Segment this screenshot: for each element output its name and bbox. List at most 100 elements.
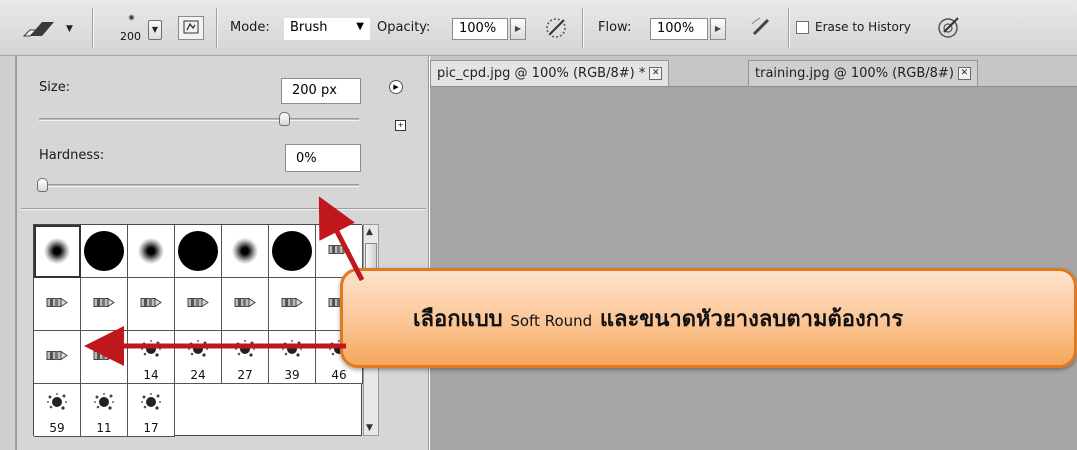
document-tabs: pic_cpd.jpg @ 100% (RGB/8#) * ✕ training.…: [430, 56, 1077, 87]
hardness-label: Hardness:: [39, 148, 105, 163]
brush-preview-icon[interactable]: 200: [118, 10, 146, 50]
brush-preset-cell[interactable]: [81, 225, 128, 278]
flow-input[interactable]: 100%: [650, 18, 708, 40]
hardness-slider-thumb[interactable]: [37, 178, 48, 192]
hard-round-brush-icon: [178, 231, 218, 271]
options-bar: ▼ 200 ▼ Mode: Brush ▼ Opacity: 100% ▶ Fl…: [0, 0, 1077, 56]
size-input[interactable]: 200 px: [281, 78, 361, 104]
brush-presets-grid: 14 24 27 39 46 59 11 17: [33, 224, 363, 437]
scroll-down-icon[interactable]: ▼: [366, 423, 373, 433]
callout-text: เลือกแบบ Soft Round และขนาดหัวยางลบตามต้…: [413, 301, 903, 336]
brush-size-text: 200: [120, 30, 141, 43]
close-icon[interactable]: ✕: [649, 67, 663, 80]
mode-label: Mode:: [230, 20, 270, 35]
soft-round-brush-icon: [44, 238, 70, 264]
brush-tip-icon: [92, 295, 116, 314]
brush-preset-cell[interactable]: 14: [128, 331, 175, 384]
panel-menu-arrow-icon[interactable]: ▶: [389, 80, 403, 94]
chevron-down-icon: ▼: [356, 21, 364, 32]
brush-preset-size-label: 27: [237, 368, 253, 382]
brush-preset-cell[interactable]: [269, 278, 316, 331]
brush-preset-size-label: 14: [143, 368, 159, 382]
brush-preset-cell[interactable]: [269, 225, 316, 278]
brush-preset-cell[interactable]: [175, 278, 222, 331]
scatter-brush-icon: [187, 339, 209, 363]
tablet-pressure-opacity-icon[interactable]: [542, 14, 570, 46]
brush-preset-cell[interactable]: 11: [81, 384, 128, 437]
scatter-brush-icon: [46, 392, 68, 416]
brush-tip-icon: [139, 295, 163, 314]
brush-preset-cell[interactable]: [222, 225, 269, 278]
brush-preset-cell[interactable]: [128, 225, 175, 278]
toolbox-edge: [0, 56, 16, 450]
opacity-slider-toggle[interactable]: ▶: [510, 18, 526, 40]
brush-preset-cell[interactable]: [175, 225, 222, 278]
tab-label: pic_cpd.jpg @ 100% (RGB/8#) *: [437, 66, 646, 81]
brush-preset-cell[interactable]: [34, 225, 81, 278]
brush-tip-icon: [92, 348, 116, 367]
opacity-input[interactable]: 100%: [452, 18, 508, 40]
brush-tip-icon: [233, 295, 257, 314]
erase-to-history-label: Erase to History: [815, 20, 911, 34]
brush-preset-cell[interactable]: [34, 331, 81, 384]
new-preset-icon[interactable]: +: [395, 120, 406, 131]
callout-text-thai-1: เลือกแบบ: [413, 307, 503, 332]
hard-round-brush-icon: [272, 231, 312, 271]
brush-preset-picker-panel: Size: 200 px ▶ + Hardness: 0% 14 24 27 39 46…: [16, 56, 429, 450]
brush-picker-dropdown-button[interactable]: ▼: [148, 20, 162, 40]
mode-select[interactable]: Brush ▼: [284, 18, 370, 40]
hardness-input[interactable]: 0%: [285, 144, 361, 172]
brush-preset-cell[interactable]: 27: [222, 331, 269, 384]
brush-preset-size-label: 17: [143, 421, 159, 435]
soft-round-brush-icon: [232, 238, 258, 264]
mode-value: Brush: [290, 20, 328, 35]
brush-preset-cell[interactable]: 59: [34, 384, 81, 437]
brush-tip-icon: [327, 242, 351, 261]
flow-label: Flow:: [598, 20, 632, 35]
panel-divider: [21, 208, 426, 209]
scatter-brush-icon: [281, 339, 303, 363]
airbrush-icon[interactable]: [748, 14, 776, 46]
flow-slider-toggle[interactable]: ▶: [710, 18, 726, 40]
size-slider-thumb[interactable]: [279, 112, 291, 126]
hard-round-brush-icon: [84, 231, 124, 271]
brush-preset-cell[interactable]: [81, 278, 128, 331]
callout-text-thai-2: และขนาดหัวยางลบตามต้องการ: [599, 307, 904, 332]
eraser-tool-icon[interactable]: [22, 18, 58, 44]
tablet-pressure-size-icon[interactable]: [934, 14, 962, 46]
tab-label: training.jpg @ 100% (RGB/8#): [755, 66, 954, 81]
tool-preset-dropdown-icon[interactable]: ▼: [66, 24, 73, 34]
brush-preset-size-label: 59: [49, 421, 65, 435]
brush-preset-cell[interactable]: [222, 278, 269, 331]
callout-text-english: Soft Round: [510, 312, 593, 330]
scroll-up-icon[interactable]: ▲: [366, 227, 373, 237]
tab-training[interactable]: training.jpg @ 100% (RGB/8#) ✕: [748, 60, 978, 86]
brush-preset-cell[interactable]: 17: [128, 384, 175, 437]
scatter-brush-icon: [234, 339, 256, 363]
hardness-slider-track[interactable]: [39, 184, 359, 187]
brush-preset-size-label: 39: [284, 368, 300, 382]
brush-preset-size-label: 24: [190, 368, 206, 382]
brush-preset-cell[interactable]: [128, 278, 175, 331]
scatter-brush-icon: [140, 339, 162, 363]
brush-preset-cell[interactable]: [81, 331, 128, 384]
scatter-brush-icon: [140, 392, 162, 416]
scatter-brush-icon: [93, 392, 115, 416]
annotation-callout: เลือกแบบ Soft Round และขนาดหัวยางลบตามต้…: [340, 268, 1077, 368]
document-workspace: pic_cpd.jpg @ 100% (RGB/8#) * ✕ training.…: [430, 56, 1077, 450]
size-slider-track[interactable]: [39, 118, 359, 121]
brush-tip-icon: [186, 295, 210, 314]
brush-preset-cell[interactable]: [34, 278, 81, 331]
brush-panel-toggle-icon[interactable]: [178, 16, 204, 40]
brush-preset-size-label: 11: [96, 421, 112, 435]
brush-preset-cell[interactable]: 24: [175, 331, 222, 384]
close-icon[interactable]: ✕: [957, 67, 971, 80]
tab-pic-cpd[interactable]: pic_cpd.jpg @ 100% (RGB/8#) * ✕: [430, 60, 670, 86]
size-label: Size:: [39, 80, 71, 95]
erase-to-history-checkbox[interactable]: [796, 21, 809, 34]
opacity-label: Opacity:: [377, 20, 431, 35]
brush-tip-icon: [45, 295, 69, 314]
brush-preset-cell[interactable]: 39: [269, 331, 316, 384]
brush-tip-icon: [45, 348, 69, 367]
brush-tip-icon: [280, 295, 304, 314]
